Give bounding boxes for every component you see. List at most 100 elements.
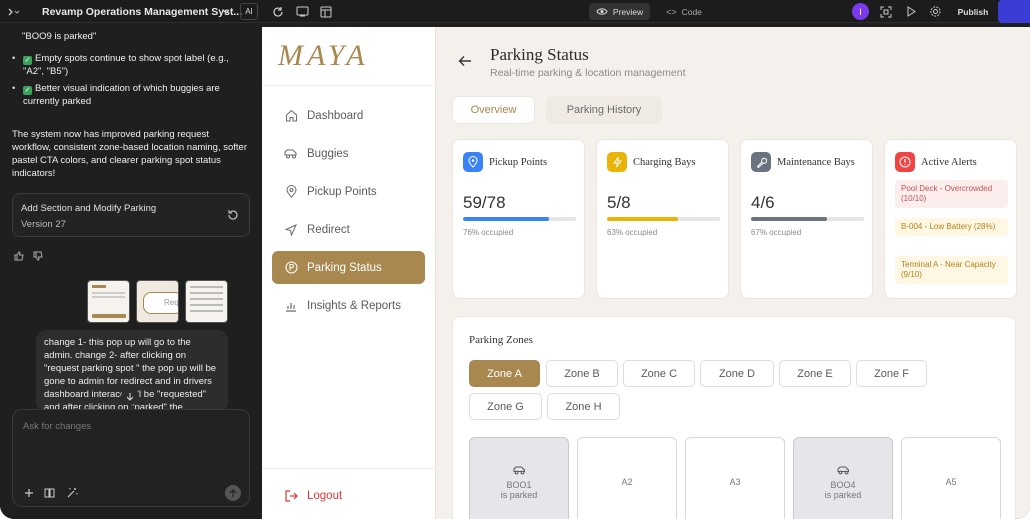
assistant-quote-line: "BOO9 is parked" [22,31,97,42]
share-button[interactable] [998,0,1030,23]
buggy-icon [837,465,850,477]
home-icon [284,109,298,123]
buggy-icon [513,465,526,477]
page-subtitle: Real-time parking & location management [490,67,686,79]
stat-card-maintenance-bays: Maintenance Bays 4/6 67% occupied [740,139,873,299]
project-menu-icon[interactable] [6,0,22,23]
magic-wand-icon[interactable] [66,487,78,503]
spot-label: A3 [729,477,741,487]
version-card[interactable]: Add Section and Modify Parking Version 2… [12,193,250,237]
thumbs-down-icon[interactable] [33,251,43,265]
tab-overview[interactable]: Overview [452,96,535,124]
sidebar-item-redirect[interactable]: Redirect [272,213,425,246]
checkmark-icon: ✓ [23,56,32,65]
divider [262,468,436,469]
app-preview: MAYA Dashboard Buggies Pickup Points Red… [262,27,1030,519]
sidebar-item-dashboard[interactable]: Dashboard [272,99,425,132]
chat-input-box[interactable]: Ask for changes [12,409,250,507]
version-number: Version 27 [21,219,66,230]
tab-parking-history[interactable]: Parking History [546,96,662,124]
lightning-icon [607,152,627,172]
occupancy-bar [607,217,720,221]
parking-spot-empty[interactable]: A3 [685,437,785,519]
divider [262,85,436,86]
qr-scan-icon[interactable] [878,3,894,20]
buggy-icon [284,147,298,161]
avatar[interactable]: I [852,3,869,20]
zone-button-f[interactable]: Zone F [856,360,927,387]
sidebar-item-label: Dashboard [307,109,364,122]
sidebar-item-buggies[interactable]: Buggies [272,137,425,170]
stat-card-active-alerts: Active Alerts Pool Deck - Overcrowded (1… [884,139,1017,299]
sidebar: MAYA Dashboard Buggies Pickup Points Red… [262,27,436,519]
assistant-summary: The system now has improved parking requ… [12,129,247,179]
chat-input-placeholder: Ask for changes [23,421,92,432]
parking-spot-empty[interactable]: A5 [901,437,1001,519]
attachment-thumbnail[interactable] [185,280,228,323]
sidebar-item-parking-status[interactable]: Parking Status [272,251,425,284]
thumbs-up-icon[interactable] [14,251,24,265]
eye-icon [596,8,608,15]
alert-circle-icon [895,152,915,172]
zone-button-a[interactable]: Zone A [469,360,540,387]
book-icon[interactable] [44,488,55,502]
maya-logo: MAYA [278,39,369,72]
parking-spot-empty[interactable]: A2 [577,437,677,519]
zone-button-c[interactable]: Zone C [623,360,695,387]
parking-spot-occupied[interactable]: BOO4 is parked [793,437,893,519]
sidebar-item-insights-reports[interactable]: Insights & Reports [272,289,425,322]
zone-button-b[interactable]: Zone B [546,360,618,387]
stat-card-charging-bays: Charging Bays 5/8 63% occupied [596,139,729,299]
card-value: 4/6 [751,193,775,212]
preview-button[interactable]: Preview [589,3,650,20]
card-subtext: 63% occupied [607,228,658,237]
occupancy-bar-fill [751,217,827,221]
parking-spot-occupied[interactable]: BOO1 is parked [469,437,569,519]
parking-icon [284,261,298,275]
checkmark-icon: ✓ [23,86,32,95]
zone-button-d[interactable]: Zone D [700,360,774,387]
logout-icon [284,489,298,503]
card-subtext: 76% occupied [463,228,514,237]
refresh-icon[interactable] [270,3,286,20]
section-title: Parking Zones [469,334,533,346]
ai-badge[interactable]: AI [240,3,258,20]
card-title: Active Alerts [921,156,977,168]
thumbnail-request-text: Req [143,292,178,314]
back-arrow-icon[interactable] [458,54,472,72]
publish-button[interactable]: Publish [952,3,994,20]
project-title[interactable]: Revamp Operations Management Syst... [42,0,242,23]
scroll-down-icon[interactable] [121,387,139,405]
card-value: 59/78 [463,193,506,212]
attachment-thumbnail[interactable] [87,280,130,323]
play-icon[interactable] [903,3,919,20]
bullet-text: Better visual indication of which buggie… [23,83,220,107]
logout-label: Logout [307,489,343,502]
layout-panel-icon[interactable] [318,3,334,20]
logout-button[interactable]: Logout [272,479,425,512]
alert-item-danger[interactable]: Pool Deck - Overcrowded (10/10) [895,180,1008,208]
zone-button-h[interactable]: Zone H [547,393,620,420]
sidebar-item-label: Insights & Reports [307,299,401,312]
spot-buggy-id: BOO1 [506,479,532,490]
zone-button-e[interactable]: Zone E [779,360,851,387]
desktop-view-icon[interactable] [294,3,310,20]
settings-gear-icon[interactable] [927,3,943,20]
code-icon: <> [666,6,677,17]
code-button[interactable]: <> Code [658,3,710,20]
sidebar-item-pickup-points[interactable]: Pickup Points [272,175,425,208]
alert-item-warning[interactable]: Terminal A - Near Capacity (9/10) [895,256,1008,284]
zone-button-g[interactable]: Zone G [469,393,542,420]
restore-icon[interactable] [227,209,239,225]
spot-status: is parked [500,489,538,500]
arrow-up-icon [229,488,237,497]
sidebar-item-label: Buggies [307,147,349,160]
alert-item-warning[interactable]: B-004 - Low Battery (28%) [895,218,1008,236]
sidebar-item-label: Pickup Points [307,185,377,198]
send-button[interactable] [225,485,241,501]
attachment-thumbnail[interactable]: Req [136,280,179,323]
plus-icon[interactable] [24,488,34,502]
version-title: Add Section and Modify Parking [21,203,157,214]
chevron-down-icon[interactable] [222,0,230,23]
occupancy-bar [751,217,864,221]
